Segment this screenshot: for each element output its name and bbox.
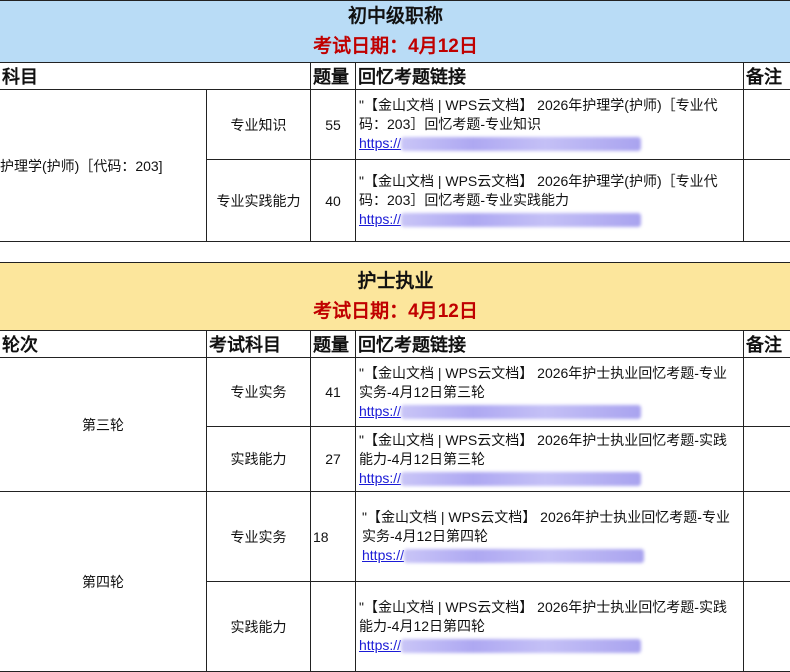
notes-cell xyxy=(744,582,790,672)
recall-link[interactable]: https:// xyxy=(359,134,641,153)
link-title: "【金山文档 | WPS云文档】 2026年护士执业回忆考题-实践能力-4月12… xyxy=(359,599,727,634)
col-header-notes: 备注 xyxy=(744,331,790,358)
notes-cell xyxy=(744,90,790,160)
section-title: 护士执业 xyxy=(0,267,790,297)
recall-link[interactable]: https:// xyxy=(359,636,641,655)
notes-cell xyxy=(744,358,790,427)
round-cell: 第四轮 xyxy=(0,492,207,672)
link-title: "【金山文档 | WPS云文档】 2026年护士执业回忆考题-实践能力-4月12… xyxy=(359,432,727,467)
section-title: 初中级职称 xyxy=(0,2,790,32)
table-row: 第三轮 专业实务 41 "【金山文档 | WPS云文档】 2026年护士执业回忆… xyxy=(0,358,790,427)
sub-subject: 专业实务 xyxy=(207,492,311,582)
col-header-subject: 科目 xyxy=(0,63,311,90)
table-nurse-license: 护士执业 考试日期：4月12日 轮次 考试科目 题量 回忆考题链接 备注 第三轮… xyxy=(0,262,790,672)
col-header-round: 轮次 xyxy=(0,331,207,358)
question-count: 40 xyxy=(311,160,356,242)
section-header: 初中级职称 考试日期：4月12日 xyxy=(0,1,790,63)
recall-link[interactable]: https:// xyxy=(359,469,641,488)
sub-subject: 实践能力 xyxy=(207,427,311,492)
col-header-notes: 备注 xyxy=(744,63,790,90)
recall-link[interactable]: https:// xyxy=(359,402,641,421)
col-header-link: 回忆考题链接 xyxy=(356,331,744,358)
table-row: 第四轮 专业实务 18 "【金山文档 | WPS云文档】 2026年护士执业回忆… xyxy=(0,492,790,582)
notes-cell xyxy=(744,492,790,582)
exam-date: 考试日期：4月12日 xyxy=(0,32,790,62)
sub-subject: 专业知识 xyxy=(207,90,311,160)
sub-subject: 专业实务 xyxy=(207,358,311,427)
question-count: 18 xyxy=(311,492,356,582)
col-header-link: 回忆考题链接 xyxy=(356,63,744,90)
col-header-count: 题量 xyxy=(311,63,356,90)
sub-subject: 实践能力 xyxy=(207,582,311,672)
table-row: 护理学(护师)［代码：203] 专业知识 55 "【金山文档 | WPS云文档】… xyxy=(0,90,790,160)
table-junior-titles: 初中级职称 考试日期：4月12日 科目 题量 回忆考题链接 备注 护理学(护师)… xyxy=(0,0,790,242)
col-header-subject: 考试科目 xyxy=(207,331,311,358)
notes-cell xyxy=(744,160,790,242)
question-count: 55 xyxy=(311,90,356,160)
notes-cell xyxy=(744,427,790,492)
sub-subject: 专业实践能力 xyxy=(207,160,311,242)
section-header: 护士执业 考试日期：4月12日 xyxy=(0,263,790,331)
question-count: 27 xyxy=(311,427,356,492)
recall-link[interactable]: https:// xyxy=(359,210,641,229)
round-cell: 第三轮 xyxy=(0,358,207,492)
col-header-count: 题量 xyxy=(311,331,356,358)
link-title: "【金山文档 | WPS云文档】 2026年护士执业回忆考题-专业实务-4月12… xyxy=(362,509,730,544)
link-title: "【金山文档 | WPS云文档】 2026年护士执业回忆考题-专业实务-4月12… xyxy=(359,365,727,400)
recall-link[interactable]: https:// xyxy=(362,546,644,565)
subject-cell: 护理学(护师)［代码：203] xyxy=(0,90,207,242)
link-title: "【金山文档 | WPS云文档】 2026年护理学(护师)［专业代码：203］回… xyxy=(359,173,718,208)
link-title: "【金山文档 | WPS云文档】 2026年护理学(护师)［专业代码：203］回… xyxy=(359,97,718,132)
exam-date: 考试日期：4月12日 xyxy=(0,297,790,327)
question-count xyxy=(311,582,356,672)
question-count: 41 xyxy=(311,358,356,427)
